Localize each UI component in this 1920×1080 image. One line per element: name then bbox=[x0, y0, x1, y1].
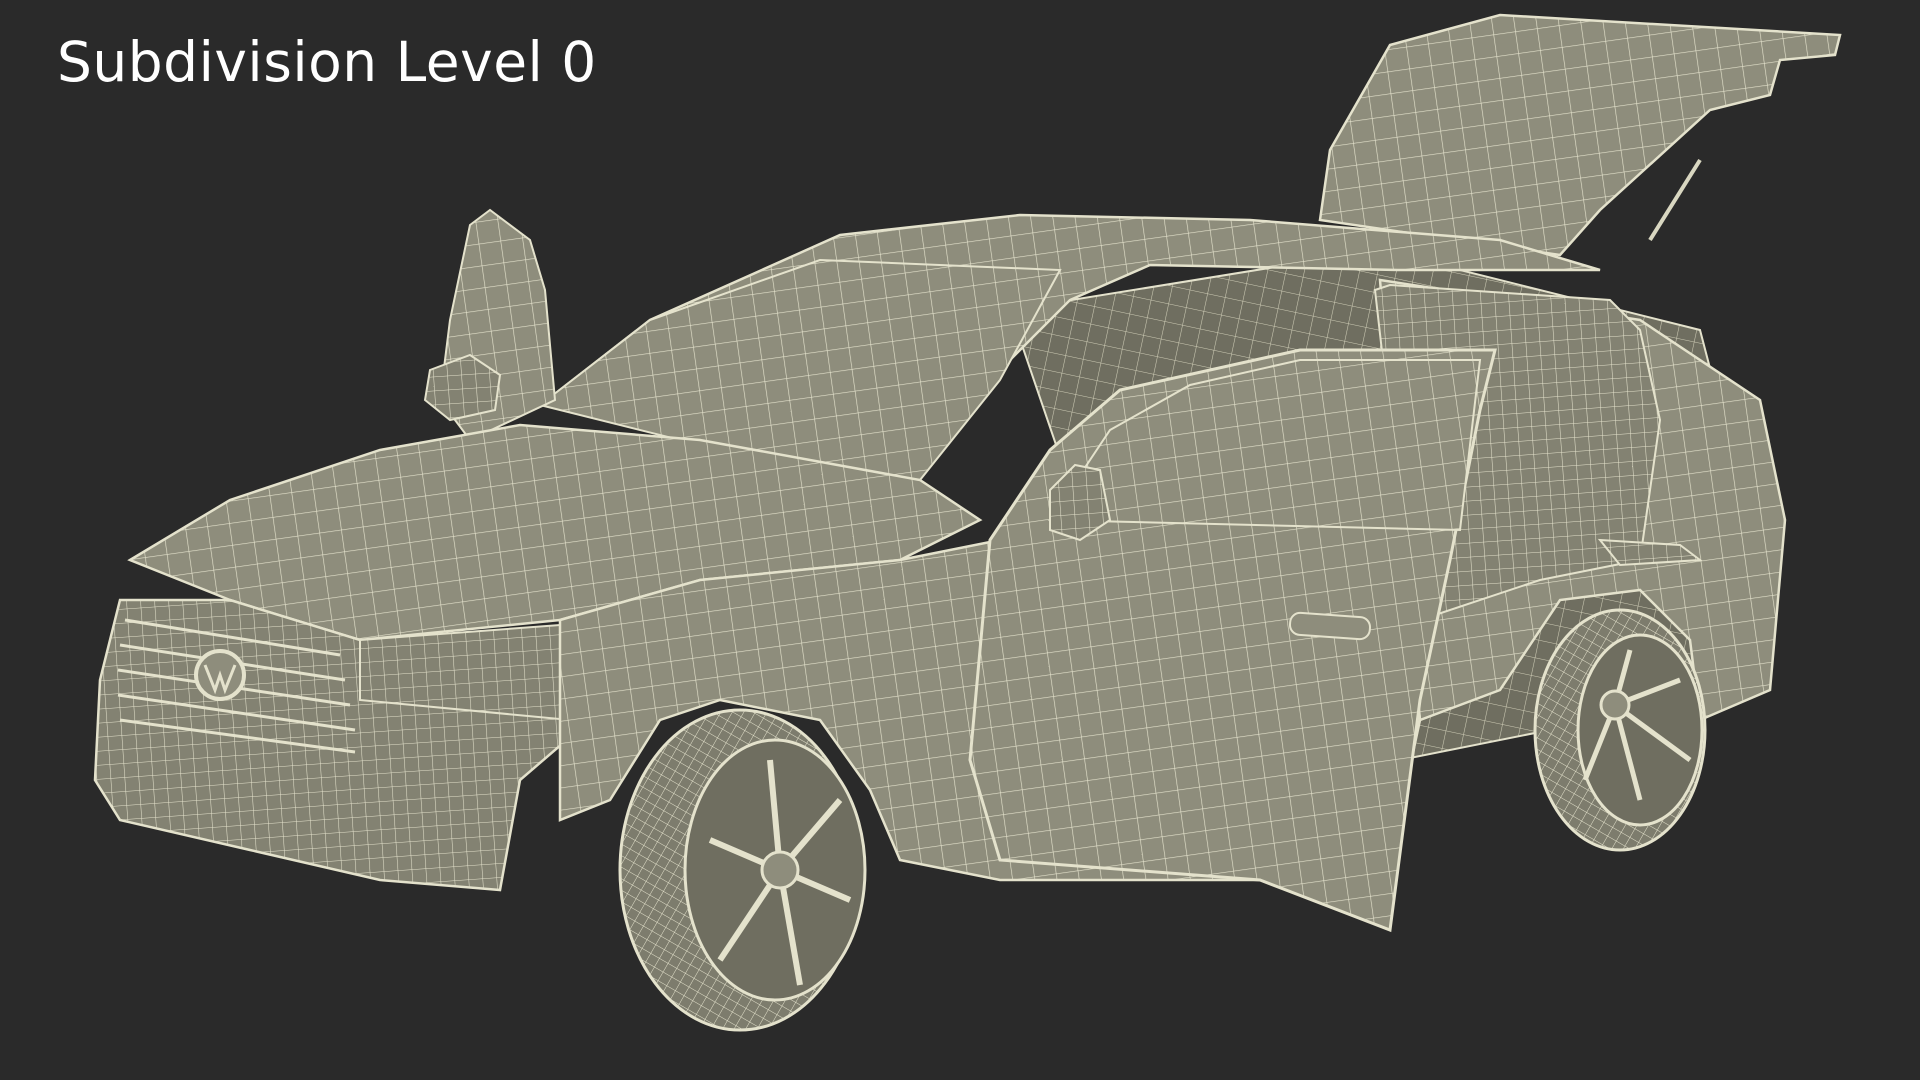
front-wheel bbox=[618, 708, 867, 1032]
viewport: Subdivision Level 0 bbox=[0, 0, 1920, 1080]
subdivision-level-label: Subdivision Level 0 bbox=[57, 30, 597, 94]
car-tailgate bbox=[1318, 13, 1842, 257]
wireframe-car-render bbox=[93, 13, 1842, 1032]
car-door-handle bbox=[1289, 611, 1371, 641]
rear-wheel bbox=[1533, 608, 1707, 852]
